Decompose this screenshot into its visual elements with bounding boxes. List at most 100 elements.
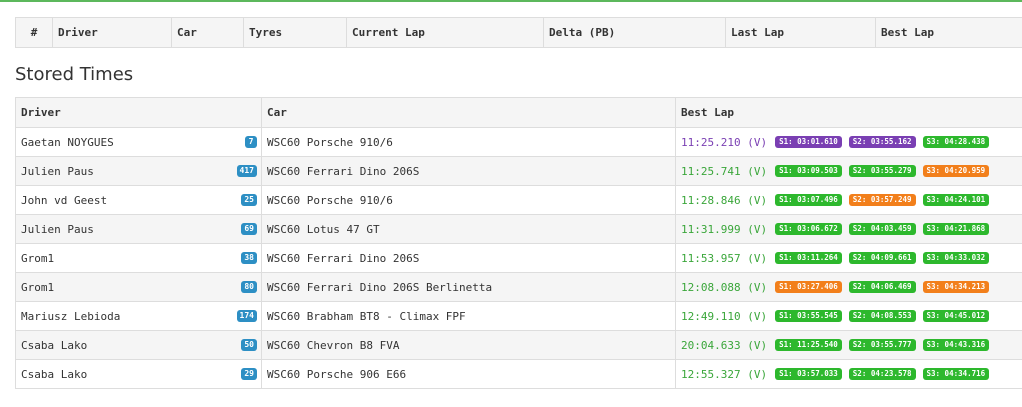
car-number-badge: 29 (241, 368, 257, 380)
sector-1-badge: S1: 03:57.033 (775, 368, 842, 380)
table-row[interactable]: Csaba Lako 29 WSC60 Porsche 906 E66 12:55.3… (15, 359, 1022, 389)
car-cell: WSC60 Lotus 47 GT (261, 214, 676, 244)
car-cell: WSC60 Porsche 906 E66 (261, 359, 676, 389)
col-header-car[interactable]: Car (171, 17, 244, 48)
sector-3-badge: S3: 04:45.012 (922, 310, 990, 322)
sector-1-badge: S1: 03:06.672 (775, 223, 842, 235)
best-lap-time: 12:55.327 (V) (681, 367, 768, 381)
driver-name: Grom1 (21, 251, 55, 265)
stored-header-row: Driver Car Best Lap (15, 97, 1022, 128)
table-row[interactable]: John vd Geest 25 WSC60 Porsche 910/6 11:28.… (15, 185, 1022, 215)
best-lap-time: 11:28.846 (V) (681, 193, 768, 207)
sector-3-badge: S3: 04:33.032 (922, 252, 990, 264)
best-lap-time: 11:25.210 (V) (681, 135, 768, 149)
sector-1-badge: S1: 03:07.496 (775, 194, 842, 206)
best-lap-cell: 11:53.957 (V) S1: 03:11.264 S2: 04:09.661 S… (675, 243, 1022, 273)
table-row[interactable]: Julien Paus 69 WSC60 Lotus 47 GT 11:31.999 … (15, 214, 1022, 244)
driver-cell: Grom1 38 (15, 243, 262, 273)
table-row[interactable]: Mariusz Lebioda 174 WSC60 Brabham BT8 - Cl… (15, 301, 1022, 331)
sector-3-badge: S3: 04:21.868 (922, 223, 990, 235)
driver-cell: Julien Paus 69 (15, 214, 262, 244)
car-cell: WSC60 Porsche 910/6 (261, 127, 676, 157)
sector-1-badge: S1: 03:11.264 (775, 252, 842, 264)
driver-cell: John vd Geest 25 (15, 185, 262, 215)
car-cell: WSC60 Porsche 910/6 (261, 185, 676, 215)
car-number-badge: 50 (241, 339, 257, 351)
col-header-best-lap[interactable]: Best Lap (875, 17, 1022, 48)
sector-2-badge: S2: 04:03.459 (848, 223, 916, 235)
table-row[interactable]: Julien Paus 417 WSC60 Ferrari Dino 206S 11:… (15, 156, 1022, 186)
best-lap-cell: 12:08.088 (V) S1: 03:27.406 S2: 04:06.469 S… (675, 272, 1022, 302)
sector-3-badge: S3: 04:34.716 (922, 368, 990, 380)
sector-1-badge: S1: 03:09.503 (775, 165, 842, 177)
sector-1-badge: S1: 11:25.540 (775, 339, 842, 351)
driver-name: Grom1 (21, 280, 55, 294)
driver-cell: Csaba Lako 50 (15, 330, 262, 360)
col-header-last-lap[interactable]: Last Lap (725, 17, 876, 48)
car-number-badge: 25 (241, 194, 257, 206)
driver-name: Julien Paus (21, 164, 94, 178)
best-lap-cell: 11:31.999 (V) S1: 03:06.672 S2: 04:03.459 S… (675, 214, 1022, 244)
sector-2-badge: S2: 03:55.279 (848, 165, 916, 177)
driver-cell: Julien Paus 417 (15, 156, 262, 186)
stored-times-body: Gaetan NOYGUES 7 WSC60 Porsche 910/6 11:25.… (15, 127, 1022, 389)
col-header-tyres[interactable]: Tyres (243, 17, 347, 48)
col-header-driver[interactable]: Driver (52, 17, 172, 48)
driver-name: Csaba Lako (21, 367, 88, 381)
car-number-badge: 417 (236, 165, 257, 177)
car-cell: WSC60 Ferrari Dino 206S Berlinetta (261, 272, 676, 302)
table-row[interactable]: Gaetan NOYGUES 7 WSC60 Porsche 910/6 11:25.… (15, 127, 1022, 157)
sector-3-badge: S3: 04:24.101 (922, 194, 990, 206)
driver-name: John vd Geest (21, 193, 108, 207)
sector-2-badge: S2: 04:06.469 (848, 281, 916, 293)
driver-cell: Csaba Lako 29 (15, 359, 262, 389)
sector-2-badge: S2: 04:08.553 (848, 310, 916, 322)
sector-2-badge: S2: 03:57.249 (848, 194, 916, 206)
best-lap-cell: 12:49.110 (V) S1: 03:55.545 S2: 04:08.553 S… (675, 301, 1022, 331)
best-lap-cell: 12:55.327 (V) S1: 03:57.033 S2: 04:23.578 S… (675, 359, 1022, 389)
car-cell: WSC60 Chevron B8 FVA (261, 330, 676, 360)
car-cell: WSC60 Ferrari Dino 206S (261, 243, 676, 273)
best-lap-time: 12:49.110 (V) (681, 309, 768, 323)
best-lap-cell: 11:25.741 (V) S1: 03:09.503 S2: 03:55.279 S… (675, 156, 1022, 186)
col-header-best-lap[interactable]: Best Lap (675, 97, 1022, 128)
top-accent-bar (0, 0, 1022, 2)
sector-2-badge: S2: 03:55.777 (848, 339, 916, 351)
best-lap-time: 11:31.999 (V) (681, 222, 768, 236)
driver-name: Csaba Lako (21, 338, 88, 352)
live-header-row: # Driver Car Tyres Current Lap Delta (PB… (15, 17, 1022, 48)
car-number-badge: 174 (236, 310, 257, 322)
col-header-delta[interactable]: Delta (PB) (543, 17, 726, 48)
sector-1-badge: S1: 03:55.545 (775, 310, 842, 322)
best-lap-time: 11:53.957 (V) (681, 251, 768, 265)
sector-2-badge: S2: 04:23.578 (848, 368, 916, 380)
stored-times-heading: Stored Times (15, 64, 134, 85)
car-number-badge: 80 (241, 281, 257, 293)
driver-name: Gaetan NOYGUES (21, 135, 114, 149)
sector-3-badge: S3: 04:28.438 (922, 136, 990, 148)
best-lap-cell: 11:28.846 (V) S1: 03:07.496 S2: 03:57.249 S… (675, 185, 1022, 215)
col-header-current-lap[interactable]: Current Lap (346, 17, 544, 48)
car-number-badge: 7 (245, 136, 257, 148)
col-header-driver[interactable]: Driver (15, 97, 262, 128)
best-lap-time: 20:04.633 (V) (681, 338, 768, 352)
table-row[interactable]: Grom1 80 WSC60 Ferrari Dino 206S Berlinett… (15, 272, 1022, 302)
stored-times-table: Driver Car Best Lap Gaetan NOYGUES 7 WSC60… (15, 97, 1022, 389)
car-number-badge: 69 (241, 223, 257, 235)
col-header-car[interactable]: Car (261, 97, 676, 128)
table-row[interactable]: Csaba Lako 50 WSC60 Chevron B8 FVA 20:04.63… (15, 330, 1022, 360)
sector-1-badge: S1: 03:27.406 (775, 281, 842, 293)
driver-cell: Mariusz Lebioda 174 (15, 301, 262, 331)
col-header-position[interactable]: # (15, 17, 53, 48)
driver-name: Julien Paus (21, 222, 94, 236)
sector-3-badge: S3: 04:20.959 (922, 165, 990, 177)
best-lap-time: 12:08.088 (V) (681, 280, 768, 294)
car-cell: WSC60 Ferrari Dino 206S (261, 156, 676, 186)
sector-1-badge: S1: 03:01.610 (775, 136, 842, 148)
table-row[interactable]: Grom1 38 WSC60 Ferrari Dino 206S 11:53.957 … (15, 243, 1022, 273)
best-lap-time: 11:25.741 (V) (681, 164, 768, 178)
best-lap-cell: 11:25.210 (V) S1: 03:01.610 S2: 03:55.162 S… (675, 127, 1022, 157)
driver-name: Mariusz Lebioda (21, 309, 121, 323)
driver-cell: Gaetan NOYGUES 7 (15, 127, 262, 157)
best-lap-cell: 20:04.633 (V) S1: 11:25.540 S2: 03:55.777 S… (675, 330, 1022, 360)
